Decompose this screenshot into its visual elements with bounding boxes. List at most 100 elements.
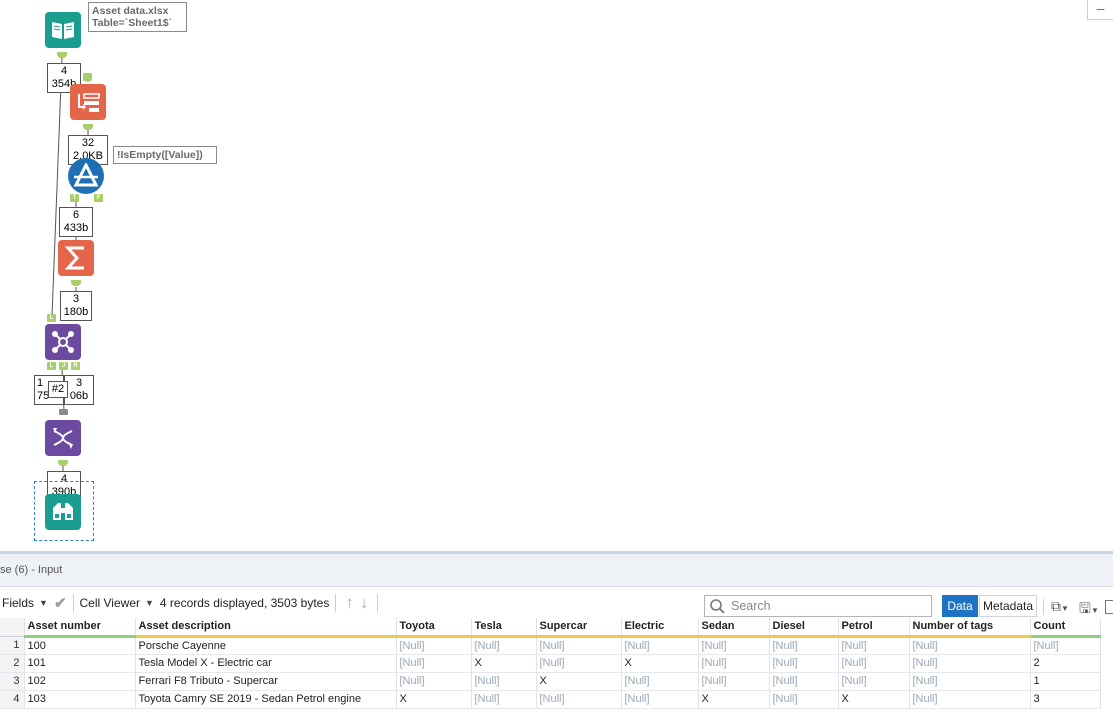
transpose-input-anchor[interactable] bbox=[83, 73, 92, 81]
table-cell[interactable]: [Null] bbox=[698, 672, 770, 691]
table-cell[interactable]: 103 bbox=[24, 690, 136, 709]
table-cell[interactable]: 102 bbox=[24, 672, 136, 691]
table-cell[interactable]: Toyota Camry SE 2019 - Sedan Petrol engi… bbox=[135, 690, 397, 709]
table-cell[interactable]: X bbox=[471, 654, 537, 673]
summarize-tool[interactable] bbox=[58, 240, 94, 276]
table-cell[interactable]: X bbox=[536, 672, 622, 691]
data-view-button[interactable]: Data bbox=[942, 595, 978, 617]
column-header[interactable]: Number of tags bbox=[909, 618, 1031, 638]
record-count: 4 bbox=[60, 65, 68, 77]
minimize-button[interactable]: – bbox=[1087, 0, 1113, 20]
table-cell[interactable]: X bbox=[838, 690, 910, 709]
column-header[interactable]: Toyota bbox=[396, 618, 472, 638]
fields-dropdown[interactable]: Fields ▼ ✔ bbox=[0, 588, 67, 618]
overflow-icon[interactable] bbox=[1105, 600, 1113, 614]
input-annotation-table: Table=`Sheet1$` bbox=[92, 17, 173, 29]
search-placeholder: Search bbox=[731, 599, 771, 613]
table-cell[interactable]: Ferrari F8 Tributo - Supercar bbox=[135, 672, 397, 691]
table-cell[interactable]: 1 bbox=[1030, 672, 1101, 691]
sigma-icon bbox=[64, 246, 84, 270]
cell-viewer-dropdown[interactable]: Cell Viewer ▼ bbox=[80, 588, 154, 618]
table-cell[interactable]: [Null] bbox=[471, 672, 537, 691]
transpose-tool[interactable] bbox=[70, 84, 106, 120]
table-cell[interactable]: [Null] bbox=[769, 636, 839, 655]
table-cell[interactable]: [Null] bbox=[769, 672, 839, 691]
input-data-tool[interactable] bbox=[45, 12, 81, 48]
table-cell[interactable]: [Null] bbox=[769, 654, 839, 673]
table-cell[interactable]: [Null] bbox=[909, 690, 1031, 709]
table-row[interactable]: 2 101 Tesla Model X - Electric car [Null] X[… bbox=[0, 654, 1101, 673]
table-cell[interactable]: [Null] bbox=[909, 672, 1031, 691]
table-cell[interactable]: 101 bbox=[24, 654, 136, 673]
table-cell[interactable]: X bbox=[621, 654, 699, 673]
column-header[interactable]: Asset number bbox=[24, 618, 136, 638]
table-cell[interactable]: [Null] bbox=[698, 636, 770, 655]
column-header[interactable]: Asset description bbox=[135, 618, 397, 638]
column-header[interactable]: Supercar bbox=[536, 618, 622, 638]
crosstab-tool[interactable] bbox=[45, 420, 81, 456]
table-cell[interactable]: X bbox=[396, 690, 472, 709]
table-cell[interactable]: [Null] bbox=[769, 690, 839, 709]
column-header[interactable]: Electric bbox=[621, 618, 699, 638]
crosstab-output-anchor[interactable] bbox=[58, 460, 68, 466]
wireless-indicator-icon bbox=[59, 409, 68, 415]
header-row: Asset number Asset description Toyota Te… bbox=[0, 618, 1101, 638]
arrow-down-icon[interactable]: ↓ bbox=[357, 588, 372, 618]
join-left-input-anchor[interactable]: L bbox=[47, 314, 56, 322]
table-cell[interactable]: [Null] bbox=[698, 654, 770, 673]
column-header[interactable]: Diesel bbox=[769, 618, 839, 638]
row-number: 2 bbox=[0, 654, 25, 673]
workflow-canvas[interactable]: Asset data.xlsx Table=`Sheet1$` 4 354b 3… bbox=[0, 0, 1113, 551]
table-cell[interactable]: [Null] bbox=[838, 636, 910, 655]
copy-icon[interactable]: ⧉▼ bbox=[1051, 598, 1073, 616]
connection-wires bbox=[51, 57, 89, 494]
table-cell[interactable]: [Null] bbox=[838, 672, 910, 691]
table-cell[interactable]: [Null] bbox=[621, 672, 699, 691]
table-cell[interactable]: 2 bbox=[1030, 654, 1101, 673]
table-cell[interactable]: [Null] bbox=[621, 636, 699, 655]
table-cell[interactable]: [Null] bbox=[1030, 636, 1101, 655]
column-header[interactable]: Count bbox=[1030, 618, 1101, 638]
table-cell[interactable]: [Null] bbox=[536, 654, 622, 673]
table-cell[interactable]: [Null] bbox=[396, 654, 472, 673]
table-cell[interactable]: X bbox=[698, 690, 770, 709]
table-cell[interactable]: 100 bbox=[24, 636, 136, 655]
transpose-output-anchor[interactable] bbox=[83, 124, 93, 130]
save-icon[interactable]: 🖫▼ bbox=[1079, 598, 1103, 616]
metadata-view-button[interactable]: Metadata bbox=[979, 595, 1037, 617]
join-right-output-anchor[interactable]: R bbox=[71, 362, 80, 370]
table-row[interactable]: 4 103 Toyota Camry SE 2019 - Sedan Petrol … bbox=[0, 690, 1101, 709]
input-output-anchor[interactable] bbox=[57, 52, 67, 58]
table-cell[interactable]: [Null] bbox=[621, 690, 699, 709]
table-cell[interactable]: [Null] bbox=[909, 654, 1031, 673]
summarize-output-anchor[interactable] bbox=[71, 280, 81, 286]
join-left-output-anchor[interactable]: L bbox=[47, 362, 56, 370]
column-header[interactable]: Sedan bbox=[698, 618, 770, 638]
column-header[interactable]: Tesla bbox=[471, 618, 537, 638]
table-cell[interactable]: Porsche Cayenne bbox=[135, 636, 397, 655]
search-input[interactable]: Search bbox=[704, 595, 932, 617]
checkmark-icon[interactable]: ✔ bbox=[54, 594, 67, 612]
filter-tool[interactable] bbox=[68, 158, 104, 194]
table-cell[interactable]: [Null] bbox=[396, 636, 472, 655]
table-cell[interactable]: [Null] bbox=[909, 636, 1031, 655]
filter-true-anchor[interactable]: T bbox=[70, 194, 79, 202]
browse-tool[interactable] bbox=[45, 494, 81, 530]
table-cell[interactable]: [Null] bbox=[838, 654, 910, 673]
table-cell[interactable]: [Null] bbox=[471, 636, 537, 655]
table-row[interactable]: 3 102 Ferrari F8 Tributo - Supercar [Null][… bbox=[0, 672, 1101, 691]
results-grid: Asset number Asset description Toyota Te… bbox=[0, 618, 1101, 709]
table-cell[interactable]: [Null] bbox=[471, 690, 537, 709]
table-cell[interactable]: Tesla Model X - Electric car bbox=[135, 654, 397, 673]
join-tool[interactable] bbox=[45, 324, 81, 360]
arrow-up-icon[interactable]: ↑ bbox=[342, 588, 357, 618]
column-header[interactable]: Petrol bbox=[838, 618, 910, 638]
join-join-output-anchor[interactable]: J bbox=[59, 362, 68, 370]
table-cell[interactable]: [Null] bbox=[536, 636, 622, 655]
table-row[interactable]: 1 100 Porsche Cayenne [Null] [Null] [Null] [Nu… bbox=[0, 636, 1101, 655]
table-cell[interactable]: [Null] bbox=[536, 690, 622, 709]
table-cell[interactable]: 3 bbox=[1030, 690, 1101, 709]
filter-false-anchor[interactable]: F bbox=[94, 194, 103, 202]
filter-icon bbox=[73, 163, 99, 187]
table-cell[interactable]: [Null] bbox=[396, 672, 472, 691]
